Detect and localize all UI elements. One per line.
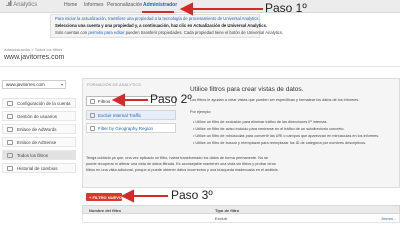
filter-icon (90, 99, 95, 104)
new-filter-button[interactable]: + FILTRO NUEVO (86, 193, 122, 201)
arrow-step-3 (120, 189, 168, 203)
notice-line-3-tail: pueden transferir propiedades. Cada prop… (125, 30, 284, 35)
filters-table-header: Nombre del filtro Tipo de filtro (82, 205, 400, 214)
arrow-step-3-head (120, 189, 134, 203)
users-icon (7, 114, 13, 119)
sidebar-item-adsense-link[interactable]: Enlace de AdSense (2, 137, 76, 147)
sidebar-item-label: Enlace de AdWords (17, 127, 57, 132)
info-bullet: • Utilice un filtro de aviso incluido pa… (193, 127, 345, 131)
sidebar-item-label: Historial de cambios (17, 166, 58, 171)
breadcrumb[interactable]: Administración > Todos los filtros (4, 47, 62, 52)
filter-item-exclude-internal[interactable]: Excluir Internal Traffic (86, 110, 176, 120)
filter-item-label: Excluir Internal Traffic (98, 113, 142, 118)
history-icon (7, 166, 13, 171)
sidebar-item-label: Todos los filtros (17, 153, 49, 158)
header-divider (0, 66, 400, 67)
panel-label: Formación de Analytics (87, 82, 141, 87)
notice-line-2: Selecciona una cuenta y una propiedad y,… (55, 23, 268, 28)
filter-item-label: Filter by Geography Region (98, 126, 154, 131)
sidebar-item-adwords-link[interactable]: Enlace de AdWords (2, 124, 76, 134)
tab-home[interactable]: Home (64, 2, 77, 8)
tab-informes[interactable]: Informes (84, 2, 103, 8)
logo-label: Analytics (13, 2, 38, 8)
upgrade-notice: Para iniciar la actualización, transfier… (50, 14, 283, 38)
filter-item-label: Filtros (98, 99, 111, 104)
tab-administrador[interactable]: Administrador (143, 2, 177, 8)
info-title: Utilice filtros para crear vistas de dat… (190, 86, 304, 93)
warning-line: puede recuperar ni alterar una vista de … (86, 162, 276, 166)
settings-icon (7, 101, 13, 106)
sidebar-item-account-settings[interactable]: Configuración de la cuenta (2, 98, 76, 108)
callout-step-1: Paso 1º (265, 1, 307, 15)
column-header-name[interactable]: Nombre del filtro (89, 208, 121, 213)
adwords-icon (7, 127, 13, 132)
info-line: Por ejemplo: (190, 110, 212, 114)
sidebar-item-user-management[interactable]: Gestión de usuarios (2, 111, 76, 121)
column-header-type[interactable]: Tipo de filtro (215, 208, 239, 213)
filter-icon (90, 126, 95, 131)
warning-line: filtros en una vista adicional, porque s… (86, 168, 279, 172)
filter-item-geography[interactable]: Filter by Geography Region (86, 123, 176, 133)
sidebar-item-change-history[interactable]: Historial de cambios (2, 163, 76, 173)
adsense-icon (7, 140, 13, 145)
bullet-text: Utilice un filtro de buscar y reemplazar… (195, 141, 367, 145)
logo-icon: .ıl (6, 1, 12, 8)
table-row[interactable]: Excluir Jmmm... (82, 214, 400, 223)
notice-line-3: Solo cuentas con permiso para editar pue… (55, 30, 283, 35)
filter-icon (90, 113, 95, 118)
info-line: Los filtros le ayudan a crear vistas que… (190, 98, 360, 102)
notice-line-1: Para iniciar la actualización, transfier… (55, 16, 260, 21)
account-selector-value: www.javitorres.com (6, 82, 45, 87)
notice-line-3-lead: Solo cuentas con (55, 30, 88, 35)
callout-step-3: Paso 3º (171, 188, 213, 202)
sidebar-item-label: Configuración de la cuenta (17, 101, 71, 106)
analytics-logo[interactable]: .ıl Analytics (6, 1, 37, 8)
row-link[interactable]: Jmmm... (381, 216, 396, 221)
info-bullet: • Utilice un filtro de exclusión para el… (193, 120, 328, 124)
warning-line: Tenga cuidado ya que, una vez aplicado u… (86, 156, 269, 160)
bullet-text: Utilice un filtro de minúsculas para con… (195, 134, 380, 138)
bullet-text: Utilice un filtro de aviso incluido para… (195, 127, 345, 131)
active-tab-indicator (142, 11, 174, 13)
page-title: www.javitorres.com (4, 54, 65, 61)
callout-step-2: Paso 2º (150, 92, 192, 106)
edit-permission-link[interactable]: permiso para editar (88, 30, 124, 35)
chevron-down-icon: ▾ (60, 82, 63, 87)
sidebar-item-all-filters[interactable]: Todos los filtros (2, 150, 76, 160)
sidebar-item-label: Enlace de AdSense (17, 140, 57, 145)
filter-icon (7, 153, 13, 158)
info-bullet: • Utilice un filtro de buscar y reemplaz… (193, 141, 367, 145)
account-selector[interactable]: www.javitorres.com ▾ (2, 80, 66, 89)
info-bullet: • Utilice un filtro de minúsculas para c… (193, 134, 380, 138)
row-filter-type: Excluir (215, 216, 228, 221)
sidebar-item-label: Gestión de usuarios (17, 114, 58, 119)
bullet-text: Utilice un filtro de exclusión para elim… (195, 120, 328, 124)
top-bar (0, 0, 400, 13)
tab-personalizacion[interactable]: Personalización (107, 2, 142, 8)
